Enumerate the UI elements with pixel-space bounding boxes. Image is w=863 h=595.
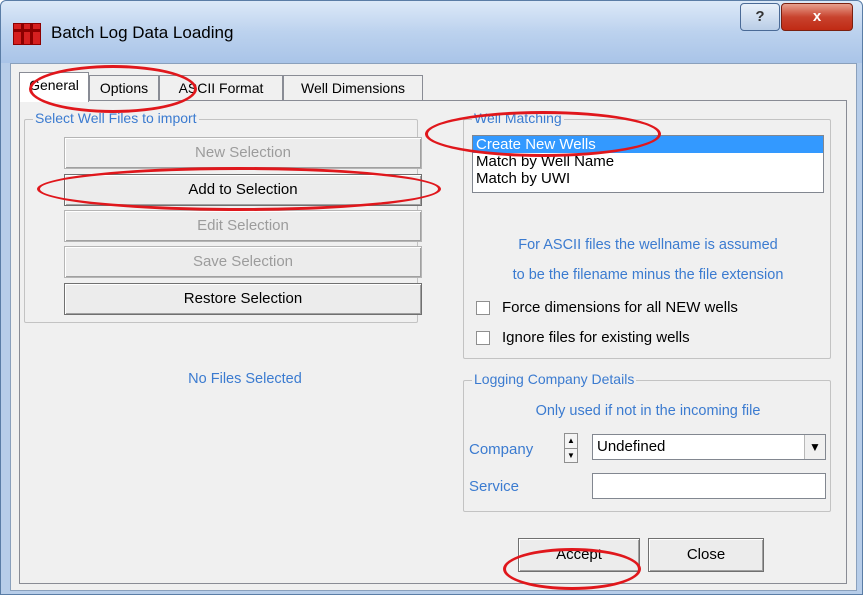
- close-button[interactable]: Close: [648, 538, 764, 572]
- option-match-by-uwi[interactable]: Match by UWI: [473, 170, 823, 187]
- option-match-by-well-name[interactable]: Match by Well Name: [473, 153, 823, 170]
- company-label: Company: [469, 441, 534, 458]
- option-create-new-wells[interactable]: Create New Wells: [473, 136, 823, 153]
- logging-company-note: Only used if not in the incoming file: [535, 403, 761, 419]
- dialog-window: Batch Log Data Loading ? x General Optio…: [0, 0, 863, 595]
- company-select[interactable]: Undefined ▼: [592, 434, 826, 460]
- accept-button[interactable]: Accept: [518, 538, 640, 572]
- ignore-existing-label: Ignore files for existing wells: [502, 329, 690, 346]
- company-spinner[interactable]: ▲ ▼: [564, 433, 578, 463]
- company-select-value: Undefined: [597, 438, 666, 455]
- add-to-selection-button[interactable]: Add to Selection: [64, 174, 422, 206]
- tab-well-dimensions[interactable]: Well Dimensions: [283, 75, 423, 100]
- logging-company-legend: Logging Company Details: [472, 371, 637, 387]
- force-dimensions-checkbox[interactable]: [476, 301, 490, 315]
- dialog-client-area: General Options ASCII Format Well Dimens…: [10, 63, 857, 591]
- general-tab-panel: Select Well Files to import New Selectio…: [19, 100, 847, 584]
- title-bar[interactable]: Batch Log Data Loading ? x: [1, 1, 862, 63]
- app-icon: [13, 23, 41, 45]
- well-matching-list[interactable]: Create New Wells Match by Well Name Matc…: [472, 135, 824, 193]
- close-window-button[interactable]: x: [781, 3, 853, 31]
- no-files-status: No Files Selected: [188, 371, 302, 387]
- well-matching-legend: Well Matching: [472, 110, 564, 126]
- tab-ascii-format[interactable]: ASCII Format: [159, 75, 283, 100]
- ascii-info-line2: to be the filename minus the file extens…: [512, 267, 784, 283]
- help-button[interactable]: ?: [740, 3, 780, 31]
- chevron-down-icon[interactable]: ▼: [804, 435, 825, 459]
- tab-options[interactable]: Options: [89, 75, 159, 100]
- tab-general[interactable]: General: [19, 72, 89, 102]
- ascii-info-line1: For ASCII files the wellname is assumed: [518, 237, 778, 253]
- spin-down-icon[interactable]: ▼: [565, 449, 577, 463]
- restore-selection-button[interactable]: Restore Selection: [64, 283, 422, 315]
- edit-selection-button[interactable]: Edit Selection: [64, 210, 422, 242]
- new-selection-button[interactable]: New Selection: [64, 137, 422, 169]
- force-dimensions-label: Force dimensions for all NEW wells: [502, 299, 738, 316]
- select-files-legend: Select Well Files to import: [33, 110, 199, 126]
- ignore-existing-checkbox[interactable]: [476, 331, 490, 345]
- service-label: Service: [469, 478, 520, 495]
- spin-up-icon[interactable]: ▲: [565, 434, 577, 449]
- save-selection-button[interactable]: Save Selection: [64, 246, 422, 278]
- window-title: Batch Log Data Loading: [51, 23, 234, 42]
- service-input[interactable]: [592, 473, 826, 499]
